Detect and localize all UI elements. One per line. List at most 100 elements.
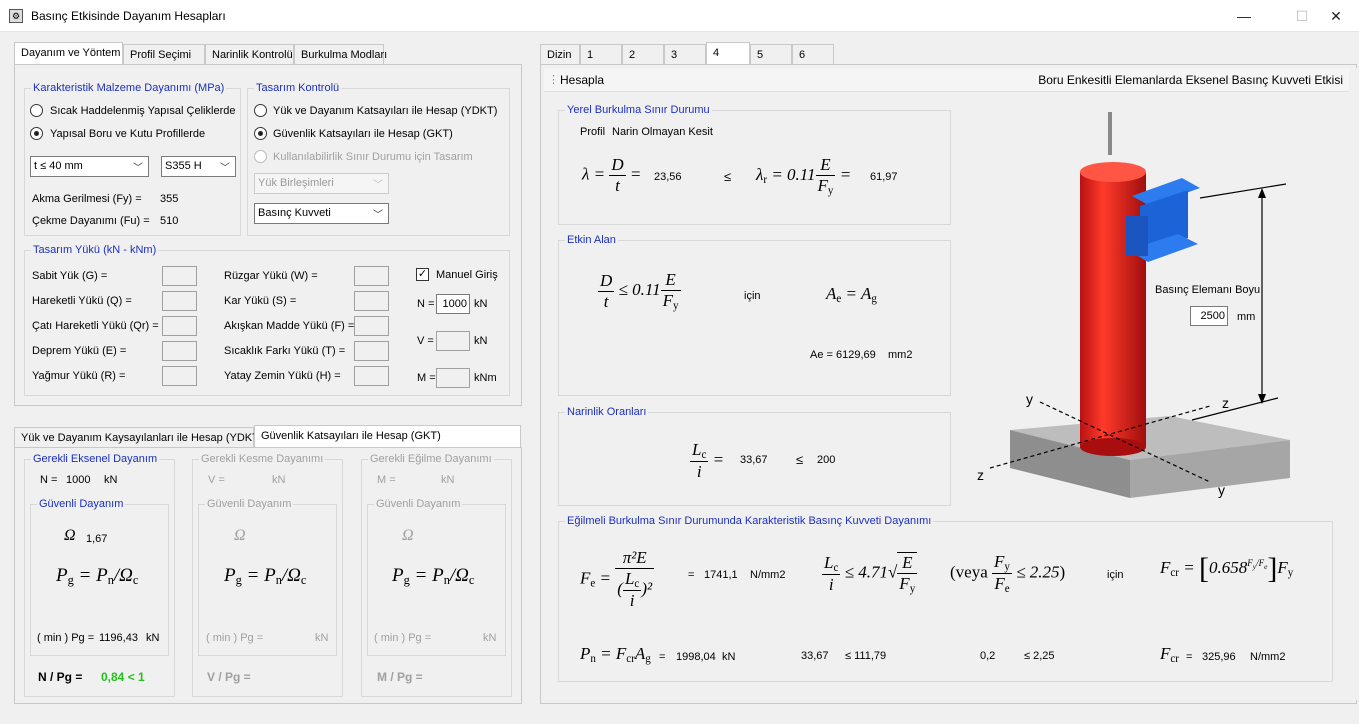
toolbar-title: Boru Enkesitli Elemanlarda Eksenel Basın… (1038, 73, 1343, 87)
n-input[interactable]: 1000 (436, 294, 470, 314)
toolbar: ⋮ Hesapla Boru Enkesitli Elemanlarda Eks… (544, 68, 1349, 92)
radio-gkt[interactable] (254, 127, 267, 140)
lambda-formula: λ = Dt = (582, 155, 642, 195)
shear-v-unit: kN (272, 474, 286, 486)
load-input-g[interactable] (162, 266, 197, 286)
buckling-icin: için (1107, 569, 1124, 581)
load-label-g: Sabit Yük (G) = (32, 270, 108, 282)
tab-burkulma-modlari[interactable]: Burkulma Modları (294, 44, 387, 64)
bottom-tab-row: Yük ve Dayanım Kaysayılanları ile Hesap … (14, 425, 522, 449)
column-length-input[interactable]: 2500 (1190, 306, 1228, 326)
local-buckling-title: Yerel Burkulma Sınır Durumu (565, 104, 712, 116)
effective-area-title: Etkin Alan (565, 234, 618, 246)
tab-ydkt[interactable]: Yük ve Dayanım Kaysayılanları ile Hesap … (14, 427, 262, 447)
steel-grade-select[interactable]: S355 H ﹀ (161, 156, 236, 177)
scrollbar[interactable] (1349, 68, 1357, 700)
buckling-slenderness-limit: ≤ 111,79 (845, 650, 887, 662)
axis-y-label-right: y (1218, 482, 1225, 498)
title-bar: ⚙ Basınç Etkisinde Dayanım Hesapları — ☐… (0, 0, 1359, 32)
axial-n-label: N = (40, 474, 58, 486)
pg-formula: Pg = Pn/Ωc (56, 565, 139, 587)
fy-label: Akma Gerilmesi (Fy) = (32, 193, 142, 205)
tab-gkt[interactable]: Güvenlik Katsayıları ile Hesap (GKT) (254, 425, 521, 447)
tab-dayanim-yontem[interactable]: Dayanım ve Yöntem (14, 42, 123, 64)
manual-entry-checkbox[interactable]: ✓ (416, 268, 429, 281)
left-tab-row: Dayanım ve Yöntem Profil Seçimi Narinlik… (14, 42, 524, 66)
m-input-label: M = (417, 372, 436, 384)
bending-safe-title: Güvenli Dayanım (374, 498, 463, 510)
chevron-down-icon: ﹀ (133, 163, 143, 174)
radio-serviceability[interactable] (254, 150, 267, 163)
ae-value: 6129,69 (836, 349, 876, 361)
load-input-s[interactable] (354, 291, 389, 311)
load-label-r: Yağmur Yükü (R) = (32, 370, 126, 382)
radio-hot-rolled[interactable] (30, 104, 43, 117)
load-input-t[interactable] (354, 341, 389, 361)
axial-min-label: ( min ) Pg = (37, 632, 95, 644)
load-input-q[interactable] (162, 291, 197, 311)
radio-gkt-label: Güvenlik Katsayıları ile Hesap (GKT) (273, 128, 453, 140)
bending-m-unit: kN (441, 474, 455, 486)
tab-narinlik-kontrolu[interactable]: Narinlik Kontrolü (205, 44, 294, 64)
load-input-r[interactable] (162, 366, 197, 386)
buckling-slenderness-value: 33,67 (801, 650, 829, 662)
profile-class: Narin Olmayan Kesit (612, 126, 713, 138)
load-label-w: Rüzgar Yükü (W) = (224, 270, 318, 282)
dimension-bottom-line (1191, 397, 1279, 421)
m-input[interactable] (436, 368, 470, 388)
load-input-w[interactable] (354, 266, 389, 286)
lambda-r-value: 61,97 (870, 171, 898, 183)
v-input[interactable] (436, 331, 470, 351)
tab-2[interactable]: 2 (622, 44, 664, 64)
load-input-e[interactable] (162, 341, 197, 361)
shear-pg-formula: Pg = Pn/Ωc (224, 565, 307, 587)
ae-label: Ae = (810, 349, 833, 361)
load-input-f[interactable] (354, 316, 389, 336)
axial-ratio-value: 0,84 < 1 (101, 670, 145, 684)
load-label-q: Hareketli Yükü (Q) = (32, 295, 132, 307)
tab-profil-secimi[interactable]: Profil Seçimi (123, 44, 205, 64)
force-type-select[interactable]: Basınç Kuvveti ﹀ (254, 203, 389, 224)
bending-omega-symbol: Ω (402, 527, 414, 544)
column-length-label: Basınç Elemanı Boyu (1155, 284, 1261, 296)
effective-area-group: Etkin Alan (558, 234, 951, 396)
shear-group-title: Gerekli Kesme Dayanımı (199, 453, 326, 465)
slenderness-le: ≤ (796, 452, 804, 467)
axial-n-unit: kN (104, 474, 118, 486)
omega-value: 1,67 (86, 533, 108, 545)
load-combination-select[interactable]: Yük Birleşimleri ﹀ (254, 173, 389, 194)
tab-3[interactable]: 3 (664, 44, 706, 64)
load-input-qr[interactable] (162, 316, 197, 336)
fcr-formula: Fcr = [0.658Fy/Fe]Fy (1160, 552, 1294, 585)
design-check-title: Tasarım Kontrolü (254, 82, 342, 94)
load-label-qr: Çatı Hareketli Yükü (Qr) = (32, 320, 159, 332)
tab-4[interactable]: 4 (706, 42, 750, 64)
material-group-title: Karakteristik Malzeme Dayanımı (MPa) (31, 82, 227, 94)
radio-structural-tube[interactable] (30, 127, 43, 140)
minimize-button[interactable]: — (1221, 0, 1267, 32)
fy-fe-ratio-limit: ≤ 2,25 (1024, 650, 1055, 662)
fe-value: 1741,1 (704, 569, 738, 581)
pn-value: 1998,04 (676, 651, 716, 663)
tab-1[interactable]: 1 (580, 44, 622, 64)
ae-formula: Ae = Ag (826, 284, 877, 305)
app-icon: ⚙ (9, 9, 23, 23)
chevron-down-icon: ﹀ (220, 163, 230, 174)
thickness-select[interactable]: t ≤ 40 mm ﹀ (30, 156, 149, 177)
lambda-le: ≤ (724, 169, 732, 184)
chevron-down-icon: ﹀ (373, 210, 383, 221)
tab-6[interactable]: 6 (792, 44, 834, 64)
load-input-h[interactable] (354, 366, 389, 386)
calculate-button[interactable]: Hesapla (560, 73, 604, 87)
right-tab-row: Dizin 1 2 3 4 5 6 (540, 42, 840, 66)
tab-dizin[interactable]: Dizin (540, 44, 580, 64)
bending-min-unit: kN (483, 632, 497, 644)
radio-ydkt[interactable] (254, 104, 267, 117)
fu-label: Çekme Dayanımı (Fu) = (32, 215, 150, 227)
axial-min-unit: kN (146, 632, 160, 644)
profile-label: Profil (580, 126, 606, 138)
tab-5[interactable]: 5 (750, 44, 792, 64)
close-button[interactable]: ✕ (1313, 0, 1359, 32)
v-input-unit: kN (474, 335, 488, 347)
load-combination-value: Yük Birleşimleri (258, 177, 334, 189)
